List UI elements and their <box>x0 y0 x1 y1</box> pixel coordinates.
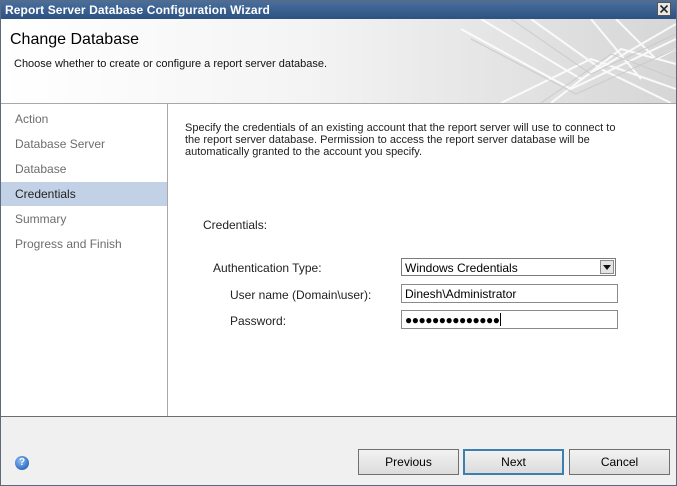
credentials-heading: Credentials: <box>203 218 268 232</box>
authentication-type-value: Windows Credentials <box>405 261 518 275</box>
close-button[interactable] <box>657 2 671 16</box>
username-value: Dinesh\Administrator <box>405 287 517 301</box>
sql-server-logo-graphic <box>460 19 676 103</box>
page-title: Change Database <box>10 31 139 48</box>
wizard-step-list: Action Database Server Database Credenti… <box>1 104 168 416</box>
footer-divider <box>1 416 676 417</box>
password-mask: ●●●●●●●●●●●●●● <box>405 313 500 327</box>
instructions-text: Specify the credentials of an existing a… <box>185 122 645 158</box>
nav-item-database-server[interactable]: Database Server <box>1 132 167 156</box>
page-subtitle: Choose whether to create or configure a … <box>14 58 328 70</box>
chevron-down-icon <box>603 264 611 270</box>
nav-item-credentials[interactable]: Credentials <box>1 182 167 206</box>
cancel-button[interactable]: Cancel <box>569 449 670 475</box>
username-field[interactable]: Dinesh\Administrator <box>401 284 618 303</box>
next-button[interactable]: Next <box>463 449 564 475</box>
authentication-type-label: Authentication Type: <box>213 261 322 275</box>
text-cursor <box>500 313 502 326</box>
username-label: User name (Domain\user): <box>230 288 372 302</box>
help-icon[interactable]: ? <box>15 456 29 470</box>
nav-item-database[interactable]: Database <box>1 157 167 181</box>
nav-item-summary[interactable]: Summary <box>1 207 167 231</box>
credentials-panel: Specify the credentials of an existing a… <box>168 104 676 416</box>
window-title: Report Server Database Configuration Wiz… <box>5 3 270 17</box>
instructions-line: the report server database. Permission t… <box>185 134 590 146</box>
close-icon <box>660 5 668 13</box>
previous-button[interactable]: Previous <box>358 449 459 475</box>
password-field[interactable]: ●●●●●●●●●●●●●● <box>401 310 618 329</box>
wizard-window: Report Server Database Configuration Wiz… <box>0 0 677 486</box>
instructions-line: Specify the credentials of an existing a… <box>185 122 616 134</box>
nav-item-progress-and-finish[interactable]: Progress and Finish <box>1 232 167 256</box>
instructions-line: automatically granted to the account you… <box>185 146 423 158</box>
header-banner: Change Database Choose whether to create… <box>1 19 676 104</box>
dropdown-arrow-button[interactable] <box>600 260 614 274</box>
title-bar[interactable]: Report Server Database Configuration Wiz… <box>1 1 676 19</box>
password-label: Password: <box>230 314 287 328</box>
nav-item-action[interactable]: Action <box>1 107 167 131</box>
authentication-type-dropdown[interactable]: Windows Credentials <box>401 258 616 276</box>
